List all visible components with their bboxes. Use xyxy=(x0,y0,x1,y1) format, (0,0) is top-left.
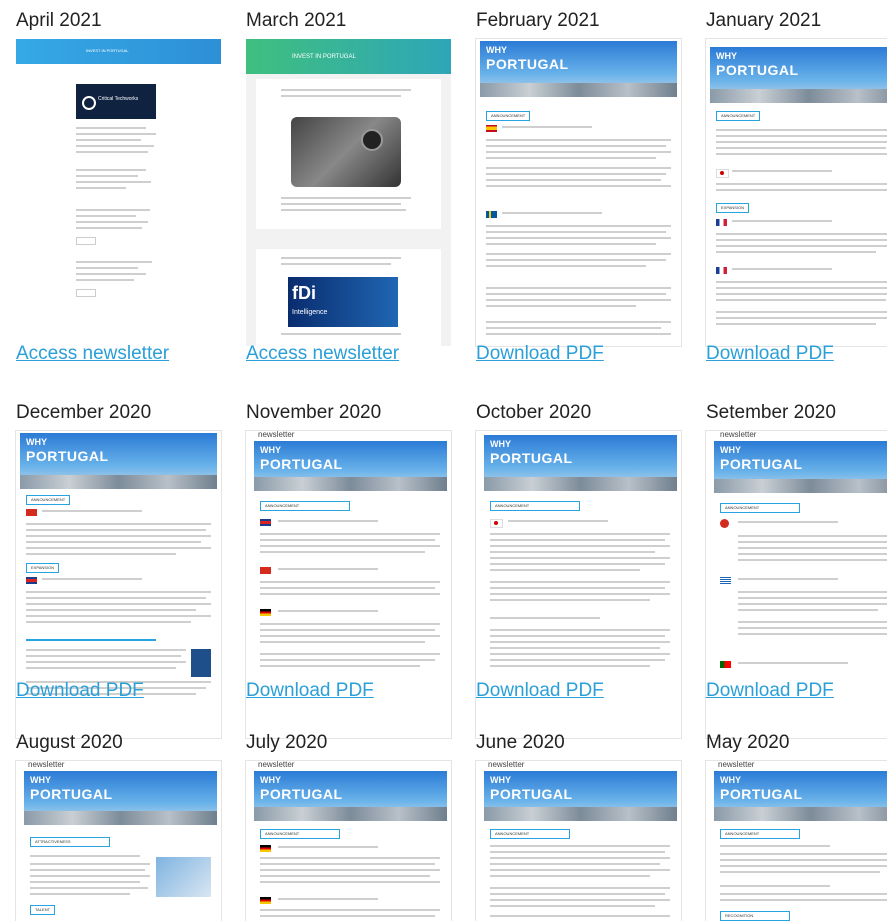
why-portugal-header: WHY PORTUGAL xyxy=(714,441,887,493)
why-portugal-header: WHY PORTUGAL xyxy=(484,435,677,491)
germany-flag-icon xyxy=(260,897,271,904)
sweden-flag-icon xyxy=(486,211,497,218)
switzerland-flag-icon xyxy=(26,509,37,516)
download-pdf-link[interactable]: Download PDF xyxy=(476,680,604,702)
why-portugal-header: WHY PORTUGAL xyxy=(254,771,447,821)
banner-text: INVEST IN PORTUGAL xyxy=(86,48,129,53)
newsletter-thumbnail[interactable]: newsletter WHY PORTUGAL ANNOUNCEMENT REC… xyxy=(706,761,887,921)
month-title: May 2020 xyxy=(706,732,790,753)
download-pdf-link[interactable]: Download PDF xyxy=(706,343,834,365)
banner-text: INVEST IN PORTUGAL xyxy=(292,54,356,60)
newsletter-thumbnail[interactable]: newsletter WHY PORTUGAL ATTRACTIVENESS T… xyxy=(16,761,221,921)
japan-flag-icon xyxy=(716,169,729,178)
download-pdf-link[interactable]: Download PDF xyxy=(246,680,374,702)
newsletter-thumbnail[interactable]: newsletter WHY PORTUGAL ANNOUNCEMENT xyxy=(246,761,451,921)
japan-flag-icon xyxy=(490,519,503,528)
access-newsletter-link[interactable]: Access newsletter xyxy=(16,343,169,365)
month-title: December 2020 xyxy=(16,402,152,423)
why-portugal-header: WHY PORTUGAL xyxy=(484,771,677,821)
why-portugal-header: WHY PORTUGAL xyxy=(480,41,677,97)
download-pdf-link[interactable]: Download PDF xyxy=(476,343,604,365)
newsletter-thumbnail[interactable]: INVEST IN PORTUGAL fDi Intelligence xyxy=(246,39,451,346)
newsletter-thumbnail[interactable]: INVEST IN PORTUGAL Critical Techworks xyxy=(16,39,221,346)
switzerland-flag-icon xyxy=(720,519,729,528)
fdi-intelligence-logo: fDi Intelligence xyxy=(288,277,398,327)
month-title: January 2021 xyxy=(706,10,822,31)
month-title: February 2021 xyxy=(476,10,600,31)
germany-flag-icon xyxy=(260,845,271,852)
switzerland-flag-icon xyxy=(260,567,271,574)
access-newsletter-link[interactable]: Access newsletter xyxy=(246,343,399,365)
download-pdf-link[interactable]: Download PDF xyxy=(16,680,144,702)
month-title: Setember 2020 xyxy=(706,402,836,423)
month-title: June 2020 xyxy=(476,732,565,753)
portugal-flag-icon xyxy=(720,661,731,668)
month-title: July 2020 xyxy=(246,732,328,753)
why-portugal-header: WHY PORTUGAL xyxy=(254,441,447,491)
france-flag-icon xyxy=(716,267,727,274)
why-portugal-header: WHY PORTUGAL xyxy=(714,771,887,821)
month-title: November 2020 xyxy=(246,402,382,423)
month-title: April 2021 xyxy=(16,10,102,31)
germany-flag-icon xyxy=(260,609,271,616)
download-pdf-link[interactable]: Download PDF xyxy=(706,680,834,702)
newsletter-thumbnail[interactable]: newsletter WHY PORTUGAL ANNOUNCEMENT xyxy=(476,761,681,921)
why-portugal-header: WHY PORTUGAL xyxy=(20,433,217,489)
critical-techworks-logo: Critical Techworks xyxy=(76,84,156,119)
why-portugal-header: WHY PORTUGAL xyxy=(710,47,887,103)
france-flag-icon xyxy=(716,219,727,226)
month-title: October 2020 xyxy=(476,402,592,423)
month-title: March 2021 xyxy=(246,10,347,31)
uk-flag-icon xyxy=(26,577,37,584)
newsletter-thumbnail[interactable]: WHY PORTUGAL ANNOUNCEMENT xyxy=(476,39,681,346)
newsletter-thumbnail[interactable]: WHY PORTUGAL ANNOUNCEMENT EXPANSION xyxy=(706,39,887,346)
uk-flag-icon xyxy=(260,519,271,526)
spain-flag-icon xyxy=(486,125,497,132)
why-portugal-header: WHY PORTUGAL xyxy=(24,771,217,825)
phone-image xyxy=(291,117,401,187)
greece-flag-icon xyxy=(720,577,731,584)
month-title: August 2020 xyxy=(16,732,123,753)
